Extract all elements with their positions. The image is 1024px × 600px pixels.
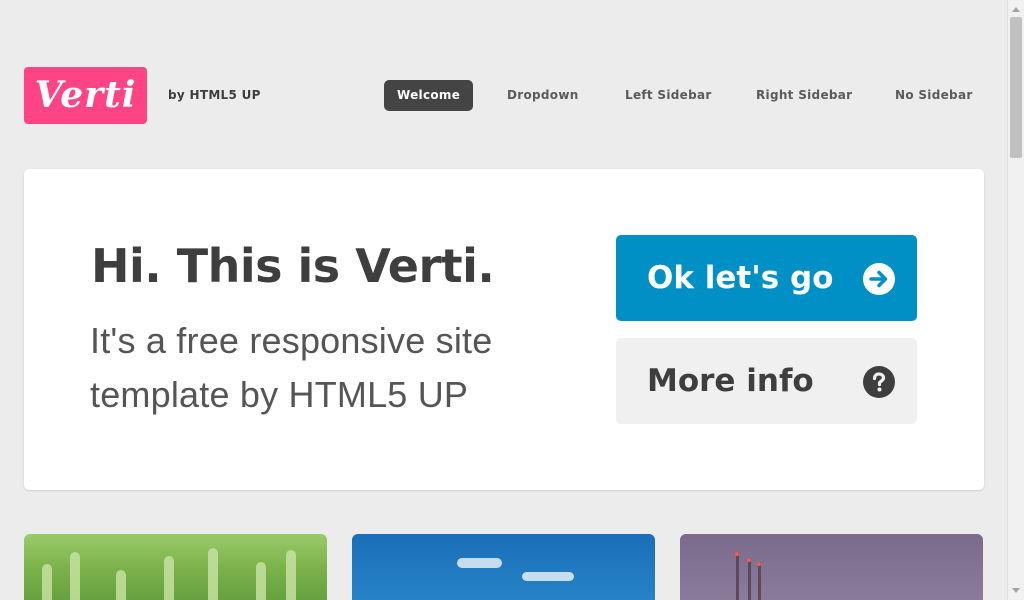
cloud xyxy=(457,558,502,568)
tower-light xyxy=(757,562,761,566)
page: Verti by HTML5 UP Welcome Dropdown Left … xyxy=(0,0,1007,600)
nav-item-label: Welcome xyxy=(397,88,461,102)
nav-item-label: Left Sidebar xyxy=(625,88,712,102)
tower xyxy=(736,552,739,600)
nav-item-label: No Sidebar xyxy=(895,88,973,102)
banner: Hi. This is Verti. It's a free responsiv… xyxy=(24,169,984,490)
wheat-stalk xyxy=(286,550,296,600)
banner-subtitle-line: template by HTML5 UP xyxy=(90,374,469,415)
arrow-right-circle-icon xyxy=(863,263,895,295)
scroll-down-arrow-icon[interactable] xyxy=(1012,588,1020,593)
blue-sky-image[interactable] xyxy=(352,534,655,600)
button-label: More info xyxy=(647,363,814,399)
question-circle-icon xyxy=(863,366,895,398)
nav-item-left-sidebar[interactable]: Left Sidebar xyxy=(625,80,712,111)
wheat-stalk xyxy=(70,552,80,600)
byline: by HTML5 UP xyxy=(168,88,261,102)
wheat-stalk xyxy=(164,556,174,600)
wheat-stalk xyxy=(208,548,218,600)
wheat-stalk xyxy=(42,564,52,600)
nav-item-welcome[interactable]: Welcome xyxy=(384,80,474,111)
cloud xyxy=(522,572,574,581)
logo-text: Verti xyxy=(34,74,137,116)
scroll-up-arrow-icon[interactable] xyxy=(1012,7,1020,12)
vertical-scrollbar[interactable] xyxy=(1007,0,1024,600)
power-towers-image[interactable] xyxy=(680,534,983,600)
wheat-stalk xyxy=(116,570,126,600)
banner-subtitle-line: It's a free responsive site xyxy=(90,320,493,361)
nav-item-no-sidebar[interactable]: No Sidebar xyxy=(895,80,973,111)
tower xyxy=(748,558,751,600)
banner-title: Hi. This is Verti. xyxy=(91,239,495,293)
site-logo[interactable]: Verti xyxy=(24,67,147,124)
nav-item-label: Right Sidebar xyxy=(756,88,853,102)
scroll-thumb[interactable] xyxy=(1010,17,1022,158)
ok-lets-go-button[interactable]: Ok let's go xyxy=(616,235,917,321)
tower xyxy=(758,562,761,600)
wheat-field-image[interactable] xyxy=(24,534,327,600)
nav-item-label: Dropdown xyxy=(507,88,579,102)
banner-subtitle: It's a free responsive site template by … xyxy=(90,314,560,422)
wheat-stalk xyxy=(256,562,266,600)
more-info-button[interactable]: More info xyxy=(616,338,917,424)
nav-item-dropdown[interactable]: Dropdown xyxy=(507,80,579,111)
tower-light xyxy=(735,552,739,556)
nav-item-right-sidebar[interactable]: Right Sidebar xyxy=(756,80,852,111)
tower-light xyxy=(747,558,751,562)
button-label: Ok let's go xyxy=(647,260,834,296)
